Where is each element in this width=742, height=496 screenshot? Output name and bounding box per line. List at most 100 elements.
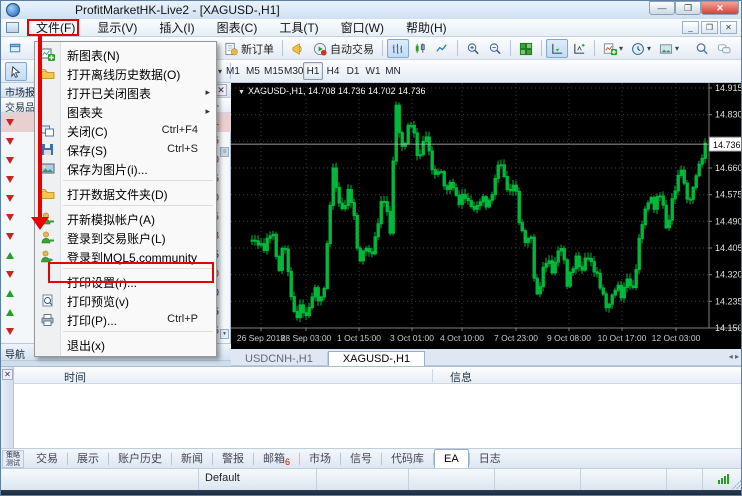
file-menu-item-print-preview[interactable]: 打印预览(v) [36, 291, 216, 310]
trend-down-icon [6, 195, 14, 202]
chart-tab-xagusdh1[interactable]: XAGUSD-,H1 [328, 351, 425, 367]
time-scale[interactable]: 26 Sep 201828 Sep 03:001 Oct 15:003 Oct … [237, 328, 701, 343]
child-window-icon[interactable] [6, 22, 19, 33]
terminal-tab-market[interactable]: 市场 [300, 450, 340, 469]
line-chart-button[interactable] [431, 39, 453, 58]
status-profile[interactable]: Default [199, 469, 317, 491]
trend-up-icon [6, 252, 14, 259]
timeframe-mn[interactable]: MN [383, 62, 403, 80]
file-menu-item-label: 打印(P)... [67, 312, 117, 329]
svg-text:28 Sep 03:00: 28 Sep 03:00 [281, 333, 332, 343]
child-close-button[interactable]: ✕ [720, 21, 737, 34]
terminal-tab-ea[interactable]: EA [434, 449, 469, 468]
market-watch-scroll-thumb[interactable]: ≡ [220, 147, 229, 157]
terminal-tab-journal[interactable]: 日志 [470, 450, 510, 469]
annotation-arrow-head [31, 217, 49, 230]
new-order-button[interactable]: 新订单 [220, 39, 278, 58]
menu-window[interactable]: 窗口(W) [330, 20, 395, 37]
file-menu-item-open-demo-account[interactable]: 开新模拟帐户(A) [36, 209, 216, 228]
terminal-tab-signals[interactable]: 信号 [341, 450, 381, 469]
bars-chart-button[interactable] [387, 39, 409, 58]
terminal-close-icon[interactable]: ✕ [2, 369, 13, 380]
file-menu-item-save[interactable]: 保存(S)Ctrl+S [36, 140, 216, 159]
terminal-tab-news[interactable]: 新闻 [172, 450, 212, 469]
terminal-column-divider[interactable] [432, 369, 433, 382]
timeframe-m5[interactable]: M5 [243, 62, 263, 80]
timeframe-d1[interactable]: D1 [343, 62, 363, 80]
candlestick-series [251, 101, 706, 322]
file-menu-item-label: 保存为图片(i)... [67, 161, 148, 178]
file-menu-item-print[interactable]: 打印(P)...Ctrl+P [36, 310, 216, 329]
timeframe-w1[interactable]: W1 [363, 62, 383, 80]
tile-windows-button[interactable] [515, 39, 537, 58]
period-clock-caret-icon[interactable]: ▾ [647, 44, 651, 53]
menu-tools[interactable]: 工具(T) [268, 20, 329, 37]
terminal-tab-mailbox[interactable]: 邮箱6 [254, 450, 299, 469]
timeframe-m30[interactable]: M30 [283, 62, 303, 80]
menu-charts[interactable]: 图表(C) [206, 20, 269, 37]
terminal-tab-account-history[interactable]: 账户历史 [109, 450, 171, 469]
timeframe-h1[interactable]: H1 [303, 62, 323, 80]
axis-arrow-b-button[interactable] [568, 39, 590, 58]
candlestick-chart[interactable]: 14.91514.83014.74514.66014.57514.49014.4… [231, 83, 742, 349]
close-button[interactable]: ✕ [701, 1, 739, 15]
svg-text:14.915: 14.915 [715, 83, 742, 93]
indicator-add-button[interactable]: ▾ [599, 39, 627, 58]
file-menu-item-exit[interactable]: 退出(x) [36, 335, 216, 354]
child-minimize-button[interactable]: _ [682, 21, 699, 34]
chart-area[interactable]: ▼XAGUSD-,H1, 14.708 14.736 14.702 14.736… [231, 83, 742, 349]
terminal-message-column-header[interactable]: 信息 [450, 369, 472, 385]
child-restore-button[interactable]: ❐ [701, 21, 718, 34]
person-icon [40, 230, 55, 245]
file-menu-item-profiles[interactable]: 图表夹▸ [36, 102, 216, 121]
zoom-out-button[interactable] [484, 39, 506, 58]
file-menu-item-login-trade-account[interactable]: 登录到交易账户(L) [36, 228, 216, 247]
file-menu-item-label: 关闭(C) [67, 123, 108, 140]
svg-text:14.660: 14.660 [715, 163, 742, 173]
terminal-tab-exposure[interactable]: 展示 [68, 450, 108, 469]
window-mini-button[interactable] [5, 39, 27, 58]
file-menu-item-open-closed-charts[interactable]: 打开已关闭图表▸ [36, 83, 216, 102]
file-menu-item-open-offline-history[interactable]: 打开离线历史数据(O) [36, 64, 216, 83]
zoom-in-button[interactable] [462, 39, 484, 58]
chart-tab-scroll-arrows[interactable]: ◂ ▸ [729, 352, 739, 361]
template-image-caret-icon[interactable]: ▾ [675, 44, 679, 53]
axis-arrow-a-button[interactable] [546, 39, 568, 58]
terminal-tab-trade[interactable]: 交易 [27, 450, 67, 469]
timeframe-m15[interactable]: M15 [263, 62, 283, 80]
template-image-button[interactable]: ▾ [655, 39, 683, 58]
file-menu-item-new-chart[interactable]: 新图表(N) [36, 45, 216, 64]
resize-grip[interactable] [732, 479, 742, 489]
file-menu-item-open-data-folder[interactable]: 打开数据文件夹(D) [36, 184, 216, 203]
autotrading-button[interactable]: 自动交易 [309, 39, 378, 58]
period-clock-button[interactable]: ▾ [627, 39, 655, 58]
title-bar[interactable]: ProfitMarketHK-Live2 - [XAGUSD-,H1] — ❐ … [1, 1, 742, 19]
save-icon [40, 142, 55, 157]
file-menu-item-label: 开新模拟帐户(A) [67, 211, 155, 228]
menu-view[interactable]: 显示(V) [86, 20, 148, 37]
terminal-time-column-header[interactable]: 时间 [64, 369, 86, 385]
candles-chart-button[interactable] [409, 39, 431, 58]
menu-insert[interactable]: 插入(I) [148, 20, 205, 37]
restore-button[interactable]: ❐ [675, 1, 701, 15]
indicator-add-caret-icon[interactable]: ▾ [619, 44, 623, 53]
minimize-button[interactable]: — [649, 1, 675, 15]
price-scale[interactable]: 14.91514.83014.74514.66014.57514.49014.4… [709, 83, 742, 333]
terminal-tab-code-base[interactable]: 代码库 [382, 450, 433, 469]
chat-button[interactable] [713, 39, 735, 58]
app-logo-icon [6, 3, 20, 17]
menu-help[interactable]: 帮助(H) [395, 20, 458, 37]
search-button[interactable] [691, 39, 713, 58]
market-watch-scroll-down-icon[interactable]: ▼ [220, 329, 229, 339]
terminal-tab-alerts[interactable]: 警报 [213, 450, 253, 469]
strategy-tester-vertical-tab[interactable]: 策略测试 [2, 450, 24, 468]
timeframe-m1[interactable]: M1 [223, 62, 243, 80]
file-menu-item-close[interactable]: 关闭(C)Ctrl+F4 [36, 121, 216, 140]
announce-button[interactable] [287, 39, 309, 58]
file-menu-item-save-as-picture[interactable]: 保存为图片(i)... [36, 159, 216, 178]
symbols-caret-icon[interactable]: ▾ [218, 67, 222, 76]
timeframe-buttons: M1M5M15M30H1H4D1W1MN [223, 60, 403, 80]
trend-down-icon [6, 233, 14, 240]
cursor-button[interactable] [5, 62, 27, 81]
timeframe-h4[interactable]: H4 [323, 62, 343, 80]
